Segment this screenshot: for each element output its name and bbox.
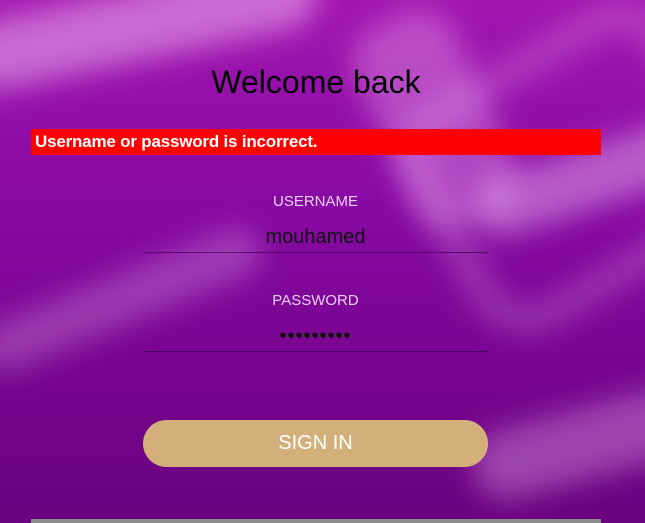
password-label: PASSWORD — [272, 292, 359, 309]
page-title: Welcome back — [211, 64, 421, 100]
error-banner: Username or password is incorrect. — [31, 129, 601, 155]
username-input[interactable] — [143, 223, 488, 253]
sign-in-button[interactable]: SIGN IN — [143, 420, 488, 467]
username-label: USERNAME — [272, 193, 358, 210]
background-streak — [464, 382, 645, 508]
password-input[interactable] — [143, 322, 488, 352]
bottom-divider — [31, 519, 601, 523]
